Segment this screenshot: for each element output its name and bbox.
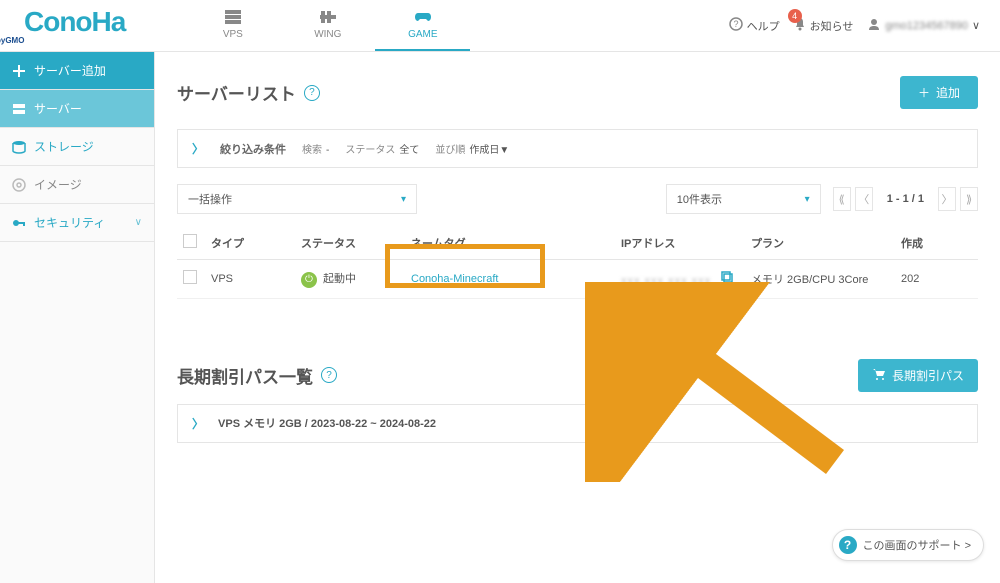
power-on-icon: ⏻ xyxy=(301,272,317,288)
chevron-down-icon: ▾ xyxy=(805,194,810,205)
logo[interactable]: ConoHa byGMO xyxy=(24,6,125,45)
page-last-button[interactable]: ⟫ xyxy=(960,187,978,211)
page-support-button[interactable]: ? この画面のサポート > xyxy=(832,529,984,561)
tab-label: WING xyxy=(314,29,341,40)
cell-type: VPS xyxy=(205,260,295,299)
sidebar-item-storage[interactable]: ストレージ xyxy=(0,128,154,166)
page-prev-button[interactable]: 〈 xyxy=(855,187,873,211)
tab-label: GAME xyxy=(408,29,437,40)
per-page-select[interactable]: 10件表示 ▾ xyxy=(666,184,821,214)
expand-icon: 〉 xyxy=(192,415,204,432)
help-icon: ? xyxy=(839,536,857,554)
help-icon[interactable]: ? xyxy=(304,85,320,101)
col-status: ステータス xyxy=(295,226,405,260)
disc-icon xyxy=(12,178,26,192)
storage-icon xyxy=(12,140,26,154)
cell-plan: メモリ 2GB/CPU 3Core xyxy=(745,260,895,299)
help-link[interactable]: ? ヘルプ xyxy=(729,17,780,34)
svg-text:?: ? xyxy=(733,19,738,29)
select-all-checkbox[interactable] xyxy=(183,234,197,248)
sidebar-item-security[interactable]: セキュリティ ∨ xyxy=(0,204,154,242)
page-title: サーバーリスト xyxy=(177,80,296,105)
server-rack-icon xyxy=(224,9,242,25)
row-checkbox[interactable] xyxy=(183,270,197,284)
wing-icon xyxy=(319,9,337,25)
server-table: タイプ ステータス ネームタグ IPアドレス プラン 作成 VPS ⏻起動中 C xyxy=(177,226,978,299)
logo-text: ConoHa xyxy=(24,6,125,37)
tab-wing[interactable]: WING xyxy=(280,0,375,51)
col-type: タイプ xyxy=(205,226,295,260)
user-icon xyxy=(867,17,881,34)
sidebar-item-image[interactable]: イメージ xyxy=(0,166,154,204)
nametag-link[interactable]: Conoha-Minecraft xyxy=(411,273,498,285)
chevron-down-icon: ∨ xyxy=(972,19,980,32)
plus-icon xyxy=(12,64,26,78)
server-icon xyxy=(12,102,26,116)
help-icon: ? xyxy=(729,17,743,34)
filter-title: 絞り込み条件 xyxy=(220,141,286,157)
notice-link[interactable]: 4 お知らせ xyxy=(794,17,854,34)
user-id: gmo1234567890 xyxy=(885,20,968,32)
cell-status: 起動中 xyxy=(323,273,356,285)
help-icon[interactable]: ? xyxy=(321,367,337,383)
tab-vps[interactable]: VPS xyxy=(185,0,280,51)
col-ip: IPアドレス xyxy=(615,226,745,260)
user-menu[interactable]: gmo1234567890 ∨ xyxy=(867,17,980,34)
chevron-down-icon: ▾ xyxy=(401,194,406,205)
table-row: VPS ⏻ 起動中 Conoha-Minecraft xxx.xxx.xxx.xx… xyxy=(177,260,978,299)
filter-bar[interactable]: 〉 絞り込み条件 検索- ステータス全て 並び順作成日▼ xyxy=(177,129,978,168)
sidebar-item-server[interactable]: サーバー xyxy=(0,90,154,128)
pass-row[interactable]: 〉 VPS メモリ 2GB / 2023-08-22 ~ 2024-08-22 xyxy=(177,404,978,443)
long-term-pass-button[interactable]: 長期割引パス xyxy=(858,359,978,392)
copy-icon[interactable] xyxy=(720,275,734,287)
plus-icon: ＋ xyxy=(918,84,930,101)
bell-icon: 4 xyxy=(794,17,806,34)
chevron-down-icon: ∨ xyxy=(135,217,142,228)
col-nametag: ネームタグ xyxy=(405,226,615,260)
service-tabs: VPS WING GAME xyxy=(185,0,470,51)
col-created: 作成 xyxy=(895,226,978,260)
expand-icon: 〉 xyxy=(192,140,204,157)
section-title: 長期割引パス一覧 xyxy=(177,363,313,388)
gamepad-icon xyxy=(414,9,432,25)
tab-label: VPS xyxy=(223,29,243,40)
pagination: ⟪ 〈 1 - 1 / 1 〉 ⟫ xyxy=(833,187,978,211)
bulk-action-select[interactable]: 一括操作 ▾ xyxy=(177,184,417,214)
add-server-button[interactable]: ＋ 追加 xyxy=(900,76,978,109)
notice-badge: 4 xyxy=(788,9,802,23)
page-info: 1 - 1 / 1 xyxy=(887,193,924,205)
cell-ip: xxx.xxx.xxx.xxx xyxy=(621,275,711,287)
page-first-button[interactable]: ⟪ xyxy=(833,187,851,211)
page-next-button[interactable]: 〉 xyxy=(938,187,956,211)
logo-sub: byGMO xyxy=(0,36,125,45)
cell-created: 202 xyxy=(895,260,978,299)
sidebar-add-server[interactable]: サーバー追加 xyxy=(0,52,154,90)
sidebar: サーバー追加 サーバー ストレージ イメージ セキュリティ ∨ xyxy=(0,52,155,583)
col-plan: プラン xyxy=(745,226,895,260)
tab-game[interactable]: GAME xyxy=(375,0,470,51)
key-icon xyxy=(12,216,26,230)
cart-icon xyxy=(872,367,886,384)
